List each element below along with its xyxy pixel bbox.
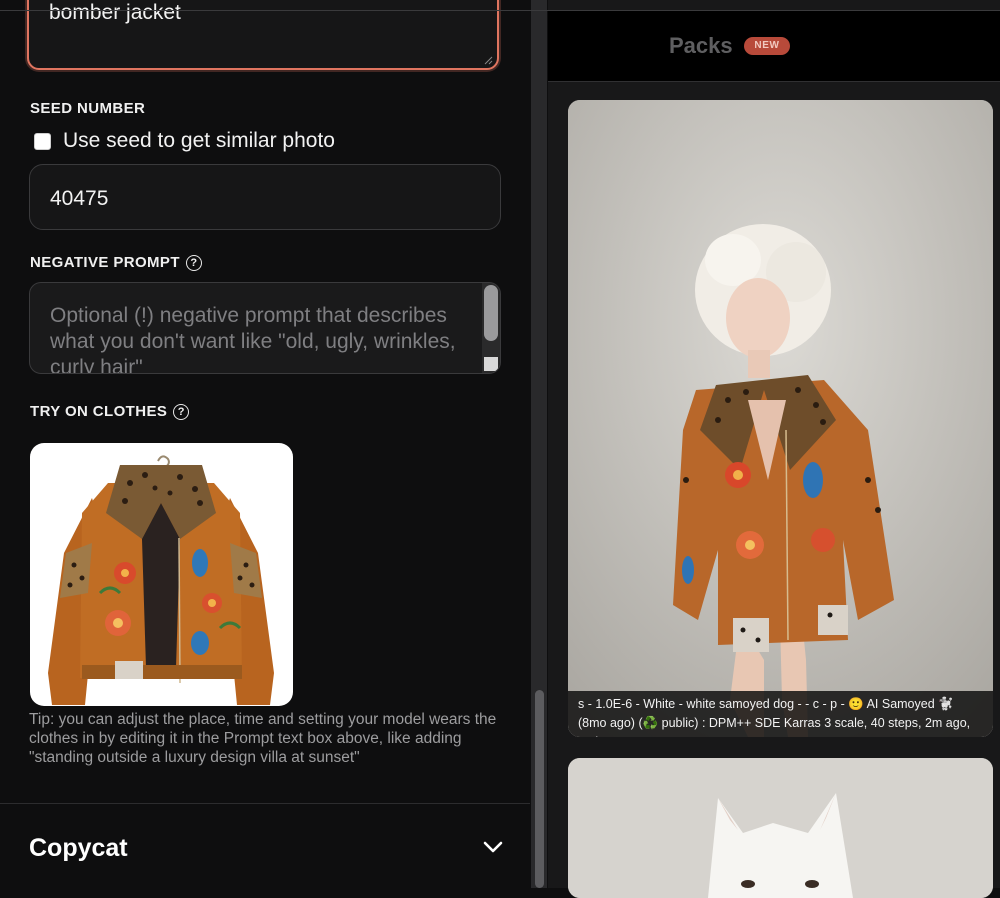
chevron-down-icon[interactable] (482, 840, 504, 854)
packs-tab[interactable]: Packs (669, 33, 733, 59)
try-on-tip: Tip: you can adjust the place, time and … (29, 711, 497, 766)
result-photo-card[interactable]: s - 1.0E-6 - White - white samoyed dog -… (568, 100, 993, 737)
seed-number-label: SEED NUMBER (30, 100, 146, 117)
section-divider (0, 803, 530, 804)
seed-checkbox-row[interactable]: Use seed to get similar photo (34, 128, 335, 154)
help-icon[interactable]: ? (173, 404, 190, 420)
leather-jacket-image (48, 455, 274, 705)
resize-grip-icon[interactable] (483, 55, 493, 65)
textarea-scroll-thumb[interactable] (484, 285, 498, 341)
seed-checkbox-label[interactable]: Use seed to get similar photo (63, 129, 335, 153)
seed-checkbox[interactable] (34, 132, 51, 150)
negative-prompt-textarea[interactable]: Optional (!) negative prompt that descri… (29, 282, 501, 374)
new-badge: NEW (744, 37, 790, 55)
result-photo-card[interactable] (568, 758, 993, 898)
photo-caption: s - 1.0E-6 - White - white samoyed dog -… (568, 691, 993, 737)
try-on-heading: TRY ON CLOTHES? (30, 403, 190, 420)
textarea-resize-icon[interactable] (484, 357, 498, 371)
packs-header: Packs NEW (548, 11, 1000, 82)
panel-scroll-thumb[interactable] (535, 690, 544, 888)
generated-photo (568, 100, 993, 737)
try-on-label: TRY ON CLOTHES (30, 403, 168, 420)
copycat-section-title[interactable]: Copycat (29, 834, 128, 863)
generation-settings-panel: bomber jacket SEED NUMBER Use seed to ge… (0, 0, 530, 888)
prompt-text: bomber jacket (49, 1, 181, 24)
negative-prompt-placeholder: Optional (!) negative prompt that descri… (50, 304, 456, 374)
samoyed-dog-image (568, 758, 993, 898)
negative-prompt-label: NEGATIVE PROMPT (30, 254, 180, 271)
clothing-image[interactable] (30, 443, 293, 706)
seed-input[interactable]: 40475 (29, 164, 501, 230)
help-icon[interactable]: ? (185, 255, 202, 271)
negative-prompt-heading: NEGATIVE PROMPT? (30, 254, 202, 271)
